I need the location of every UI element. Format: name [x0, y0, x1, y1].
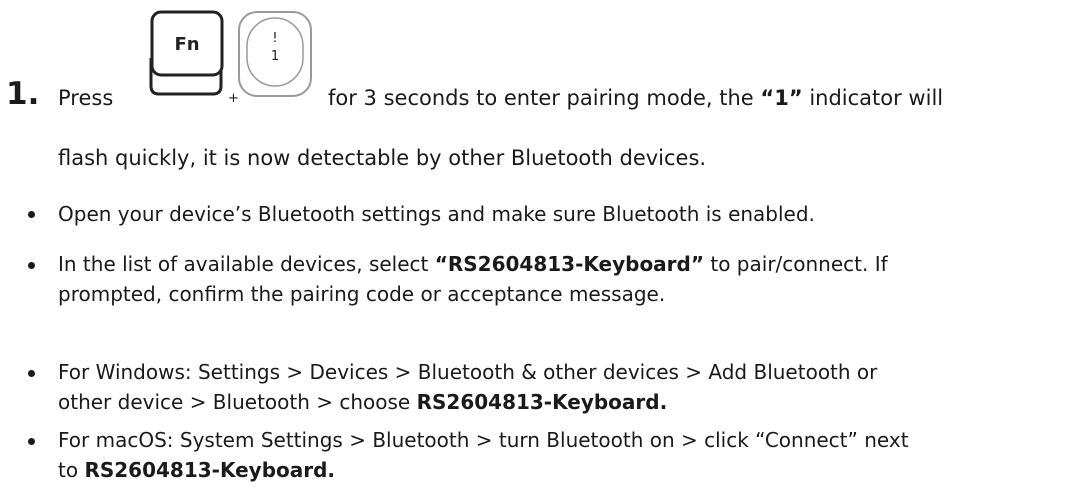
- bullet-text: For Windows: Settings > Devices > Blueto…: [58, 360, 878, 384]
- bullet-text-line2: prompted, confirm the pairing code or ac…: [58, 282, 666, 306]
- bullet-item: For Windows: Settings > Devices > Blueto…: [58, 357, 1063, 417]
- fn-key-label: Fn: [174, 34, 199, 55]
- step-number: 1.: [6, 76, 40, 112]
- bullet-bold: RS2604813-Keyboard.: [84, 458, 336, 482]
- bullet-item: For macOS: System Settings > Bluetooth >…: [58, 425, 1063, 485]
- bullet-dot: [28, 438, 35, 445]
- step-text-a: for 3 seconds to enter pairing mode, the: [328, 86, 761, 110]
- one-key-top: !: [272, 31, 277, 46]
- bullet-dot: [28, 211, 35, 218]
- bullet-text: Open your device’s Bluetooth settings an…: [58, 202, 815, 226]
- bullet-item: In the list of available devices, select…: [58, 249, 1063, 309]
- press-label: Press: [58, 86, 114, 110]
- bullet-text: In the list of available devices, select: [58, 252, 435, 276]
- one-key-icon: ! 1: [235, 8, 315, 100]
- step-text-bold: “1”: [760, 86, 803, 110]
- bullet-text-b: to pair/connect. If: [704, 252, 888, 276]
- bullet-dot: [28, 262, 35, 269]
- one-key-bottom: 1: [271, 49, 279, 64]
- bullet-dot: [28, 370, 35, 377]
- bullet-text-line2: to: [58, 458, 85, 482]
- bullet-bold: RS2604813-Keyboard.: [416, 390, 668, 414]
- bullet-text-line2: other device > Bluetooth > choose: [58, 390, 417, 414]
- bullet-item: Open your device’s Bluetooth settings an…: [58, 199, 1063, 229]
- step-text: for 3 seconds to enter pairing mode, the…: [328, 88, 943, 109]
- bullet-bold: “RS2604813-Keyboard”: [434, 252, 705, 276]
- step-1: 1. Press Fn + ! 1 for 3 seconds to enter…: [6, 0, 1066, 110]
- fn-key-icon: Fn: [145, 8, 230, 98]
- step-text-b: indicator will: [802, 86, 944, 110]
- bullet-text: For macOS: System Settings > Bluetooth >…: [58, 428, 909, 452]
- step-continuation: flash quickly, it is now detectable by o…: [58, 146, 707, 170]
